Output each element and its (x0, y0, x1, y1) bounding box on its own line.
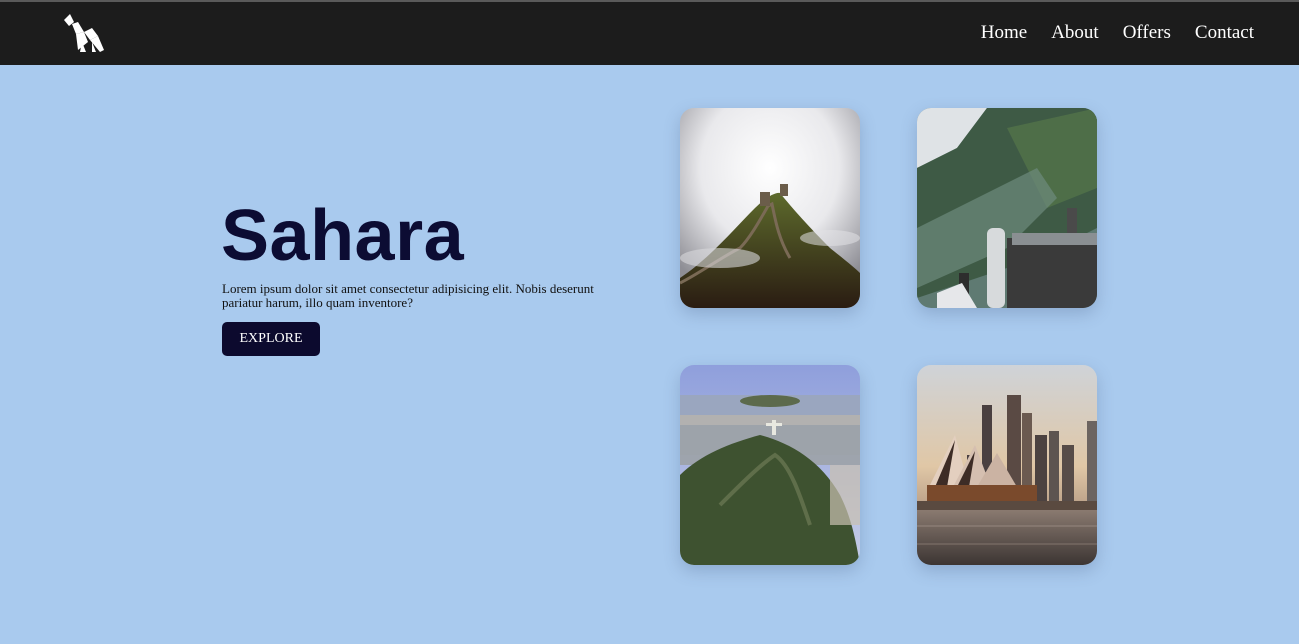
nav-link-offers[interactable]: Offers (1123, 22, 1171, 44)
christ-the-redeemer-image[interactable] (680, 365, 860, 565)
nav-link-home[interactable]: Home (981, 22, 1027, 44)
camel-logo-icon[interactable] (62, 12, 106, 54)
nav-link-contact[interactable]: Contact (1195, 22, 1254, 44)
hero-title: Sahara (221, 196, 465, 276)
navbar: Home About Offers Contact (0, 2, 1299, 65)
hero-description: Lorem ipsum dolor sit amet consectetur a… (222, 281, 594, 310)
sydney-opera-house-image[interactable] (917, 365, 1097, 565)
great-wall-image[interactable] (680, 108, 860, 308)
nav-links: Home About Offers Contact (981, 22, 1254, 44)
explore-button[interactable]: EXPLORE (222, 322, 320, 356)
mountain-valley-image[interactable] (917, 108, 1097, 308)
nav-link-about[interactable]: About (1051, 22, 1099, 44)
